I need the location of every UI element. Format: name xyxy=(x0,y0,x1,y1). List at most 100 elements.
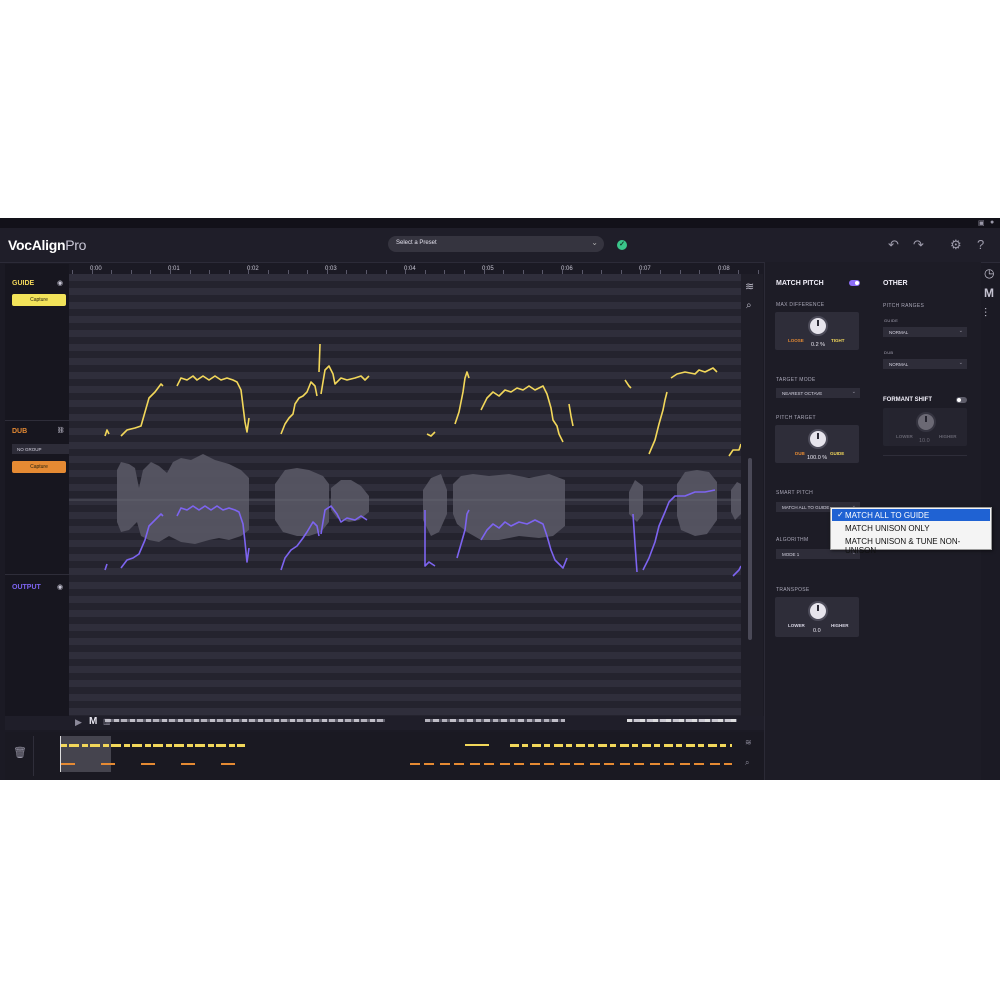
lower-label: LOWER xyxy=(788,623,805,628)
app-header: VocAlignPro Select a Preset ⌄ ✓ ↶ ↷ ⚙ ? xyxy=(0,228,1000,263)
vocalign-icon[interactable]: M xyxy=(984,286,994,300)
mixer-icon[interactable]: ⫶ xyxy=(984,306,987,321)
link-icon[interactable]: ⛓ xyxy=(57,427,65,434)
algorithm-label: ALGORITHM xyxy=(776,537,809,543)
redo-icon[interactable]: ↷ xyxy=(913,237,924,253)
output-track: OUTPUT ◉ xyxy=(5,576,69,716)
algorithm-value: MODE 1 xyxy=(782,552,800,557)
smart-pitch-value: MATCH ALL TO GUIDE xyxy=(782,505,830,510)
timeline-ruler[interactable]: 0:00 0:01 0:02 0:03 0:04 0:05 0:06 0:07 0:08 xyxy=(72,264,764,274)
option-label: MATCH ALL TO GUIDE xyxy=(845,511,930,520)
close-icon[interactable]: ● xyxy=(990,219,994,226)
transpose-label: TRANSPOSE xyxy=(776,587,810,593)
history-icon[interactable]: ◷ xyxy=(984,266,994,280)
track-list: GUIDE ◉ Capture DUB ⛓ NO GROUP Capture O… xyxy=(5,264,69,716)
dub-knob-label: DUB xyxy=(795,451,805,456)
dropdown-option-unison-only[interactable]: MATCH UNISON ONLY xyxy=(832,522,990,534)
app-logo: VocAlignPro xyxy=(8,237,87,253)
status-ok-icon: ✓ xyxy=(617,240,627,250)
formant-shift-toggle[interactable] xyxy=(956,397,967,403)
divider xyxy=(33,736,34,776)
dropdown-option-unison-tune[interactable]: MATCH UNISON & TUNE NON-UNISON xyxy=(832,535,990,555)
dub-range-select[interactable]: NORMAL ⌄ xyxy=(883,359,967,369)
option-label: MATCH UNISON ONLY xyxy=(845,524,930,533)
eye-icon[interactable]: ◉ xyxy=(57,279,63,287)
window-titlebar: ▣ ● xyxy=(0,218,1000,228)
formant-shift-title: FORMANT SHIFT xyxy=(883,397,932,403)
transpose-control: LOWER HIGHER 0.0 xyxy=(775,597,859,637)
max-difference-knob[interactable] xyxy=(808,316,828,336)
vertical-scrollbar[interactable] xyxy=(748,458,752,640)
dub-range-value: NORMAL xyxy=(889,362,909,367)
checkmark-icon: ✓ xyxy=(837,510,844,519)
loose-label: LOOSE xyxy=(788,338,804,343)
match-pitch-title: MATCH PITCH xyxy=(776,280,824,287)
transpose-value: 0.0 xyxy=(813,628,821,634)
view-window[interactable] xyxy=(60,736,111,772)
pitch-ranges-label: PITCH RANGES xyxy=(883,303,925,309)
eye-icon[interactable]: ◉ xyxy=(57,583,63,591)
match-pitch-toggle[interactable] xyxy=(849,280,860,286)
waveform-tool-icon[interactable]: ≋ xyxy=(745,280,754,293)
gear-icon[interactable]: ⚙ xyxy=(950,237,962,253)
overview-strip xyxy=(105,719,385,722)
restore-icon[interactable]: ▣ xyxy=(978,219,985,227)
dropdown-option-match-all[interactable]: ✓ MATCH ALL TO GUIDE xyxy=(832,509,990,521)
target-mode-label: TARGET MODE xyxy=(776,377,816,383)
preset-selector[interactable]: Select a Preset ⌄ xyxy=(388,236,604,252)
other-title: OTHER xyxy=(883,280,908,287)
formant-shift-value: 10.0 xyxy=(919,438,930,444)
guide-track: GUIDE ◉ Capture xyxy=(5,264,69,414)
guide-overview xyxy=(61,744,245,747)
vocalign-mode-icon[interactable]: M xyxy=(89,716,97,727)
divider xyxy=(883,455,967,456)
target-mode-select[interactable]: NEAREST OCTAVE ⌄ xyxy=(776,388,860,398)
chevron-down-icon: ⌄ xyxy=(958,328,963,334)
dub-range-label: DUB xyxy=(884,350,894,355)
divider xyxy=(5,574,69,575)
chevron-down-icon: ⌄ xyxy=(851,389,856,395)
max-difference-label: MAX DIFFERENCE xyxy=(776,302,825,308)
help-icon[interactable]: ? xyxy=(977,237,984,252)
vocalign-window: ▣ ● VocAlignPro Select a Preset ⌄ ✓ ↶ ↷ ⚙… xyxy=(0,218,1000,780)
formant-higher-label: HIGHER xyxy=(939,434,957,439)
play-icon[interactable]: ▶ xyxy=(75,717,82,728)
target-mode-value: NEAREST OCTAVE xyxy=(782,391,823,396)
dub-capture-button[interactable]: Capture xyxy=(12,461,66,473)
formant-lower-label: LOWER xyxy=(896,434,913,439)
tight-label: TIGHT xyxy=(831,338,845,343)
pitch-editor[interactable] xyxy=(69,274,741,716)
guide-overview xyxy=(510,744,732,747)
transpose-knob[interactable] xyxy=(808,601,828,621)
overview-strip xyxy=(425,719,565,722)
dub-waveform xyxy=(117,454,741,544)
smart-pitch-dropdown: ✓ MATCH ALL TO GUIDE MATCH UNISON ONLY MA… xyxy=(830,507,992,555)
zoom-icon[interactable]: ⌕ xyxy=(746,300,752,311)
chevron-down-icon: ⌄ xyxy=(591,238,598,247)
overview-panel[interactable]: 🗑 ≋ ⌕ xyxy=(5,732,764,780)
max-difference-control: LOOSE TIGHT 0.2 % xyxy=(775,312,859,350)
output-label: OUTPUT xyxy=(12,584,41,591)
overview-waveform-icon[interactable]: ≋ xyxy=(745,738,752,747)
pitch-target-knob[interactable] xyxy=(808,429,828,449)
trash-icon[interactable]: 🗑 xyxy=(13,746,27,759)
guide-label: GUIDE xyxy=(12,280,35,287)
overview-zoom-icon[interactable]: ⌕ xyxy=(745,758,749,768)
preset-label: Select a Preset xyxy=(396,240,437,246)
dub-label: DUB xyxy=(12,428,28,435)
smart-pitch-label: SMART PITCH xyxy=(776,490,814,496)
pitch-target-control: DUB GUIDE 100.0 % xyxy=(775,425,859,463)
formant-shift-knob[interactable] xyxy=(916,412,936,432)
pitch-target-value: 100.0 % xyxy=(807,455,828,461)
guide-range-select[interactable]: NORMAL ⌄ xyxy=(883,327,967,337)
dub-group-select[interactable]: NO GROUP xyxy=(12,444,69,454)
formant-shift-control: LOWER HIGHER 10.0 xyxy=(883,408,967,446)
dub-overview xyxy=(410,763,732,765)
guide-capture-button[interactable]: Capture xyxy=(12,294,66,306)
guide-knob-label: GUIDE xyxy=(830,451,845,456)
guide-overview xyxy=(465,744,489,746)
pitch-target-label: PITCH TARGET xyxy=(776,415,816,421)
editor-tools: ≋ ⌕ xyxy=(741,274,763,716)
undo-icon[interactable]: ↶ xyxy=(888,237,899,253)
guide-range-label: GUIDE xyxy=(884,318,899,323)
